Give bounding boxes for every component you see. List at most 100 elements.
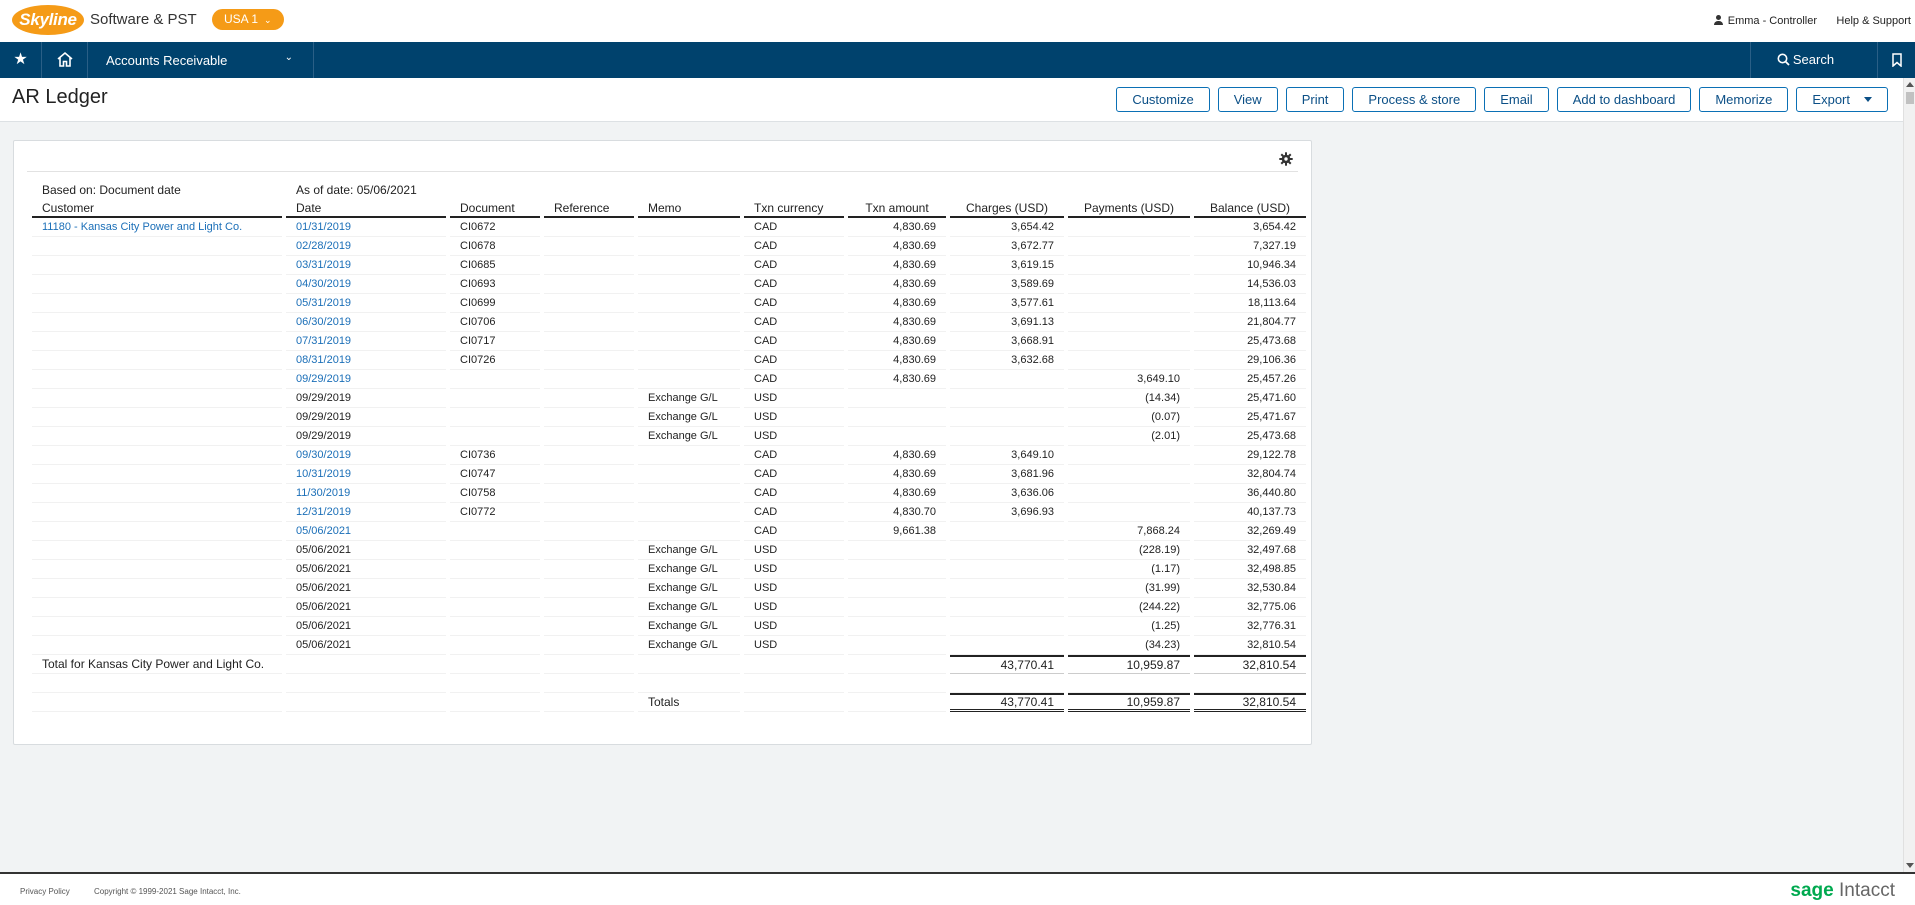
search-label: Search [1792, 52, 1835, 67]
entity-selector[interactable]: USA 1 ⌄ [212, 9, 284, 30]
bookmark-button[interactable] [1877, 42, 1915, 78]
cell-balance: 21,804.77 [1194, 313, 1306, 332]
cell-reference [544, 598, 634, 617]
help-support-link[interactable]: Help & Support [1836, 15, 1911, 27]
cell-currency: CAD [744, 484, 844, 503]
gear-icon[interactable] [1279, 152, 1293, 166]
empty-cell [450, 655, 540, 674]
home-icon [57, 51, 73, 67]
cell-currency: USD [744, 389, 844, 408]
cell-charges [950, 427, 1064, 446]
cell-date[interactable]: 04/30/2019 [286, 275, 446, 294]
bookmark-icon [1892, 53, 1902, 67]
export-label: Export [1812, 92, 1850, 107]
cell-date[interactable]: 07/31/2019 [286, 332, 446, 351]
empty-cell [638, 674, 740, 693]
empty-cell [744, 674, 844, 693]
scroll-up-icon[interactable] [1906, 82, 1914, 87]
empty-cell [450, 674, 540, 693]
star-icon[interactable]: ★ [0, 42, 42, 78]
page-scrollbar[interactable] [1903, 78, 1915, 872]
privacy-policy-link[interactable]: Privacy Policy [20, 887, 70, 896]
column-header-row: Customer Date Document Reference Memo Tx… [32, 199, 1306, 218]
cell-charges: 3,654.42 [950, 218, 1064, 237]
cell-document [450, 579, 540, 598]
cell-date[interactable]: 05/06/2021 [286, 522, 446, 541]
cell-memo [638, 484, 740, 503]
col-txn-currency: Txn currency [744, 199, 844, 218]
cell-customer [32, 313, 282, 332]
table-row: 09/29/2019 Exchange G/L USD (0.07) 25,471.67 [32, 408, 1306, 427]
based-on-label: Based on: Document date [42, 182, 181, 197]
cell-memo: Exchange G/L [638, 579, 740, 598]
add-to-dashboard-button[interactable]: Add to dashboard [1556, 87, 1692, 112]
cell-date[interactable]: 09/30/2019 [286, 446, 446, 465]
cell-balance: 25,457.26 [1194, 370, 1306, 389]
cell-date[interactable]: 05/31/2019 [286, 294, 446, 313]
customer-total-balance: 32,810.54 [1194, 655, 1306, 674]
cell-reference [544, 313, 634, 332]
cell-charges [950, 408, 1064, 427]
cell-payments: (228.19) [1068, 541, 1190, 560]
cell-customer [32, 389, 282, 408]
cell-date[interactable]: 03/31/2019 [286, 256, 446, 275]
search-button[interactable]: Search [1750, 42, 1860, 78]
cell-date[interactable]: 06/30/2019 [286, 313, 446, 332]
cell-date[interactable]: 09/29/2019 [286, 370, 446, 389]
cell-balance: 7,327.19 [1194, 237, 1306, 256]
cell-customer [32, 598, 282, 617]
cell-date[interactable]: 10/31/2019 [286, 465, 446, 484]
cell-txn-amount [848, 617, 946, 636]
email-button[interactable]: Email [1484, 87, 1549, 112]
scroll-thumb[interactable] [1906, 92, 1914, 104]
cell-charges [950, 522, 1064, 541]
empty-cell [848, 655, 946, 674]
cell-reference [544, 275, 634, 294]
user-menu[interactable]: Emma - Controller [1713, 15, 1817, 27]
home-button[interactable] [42, 42, 88, 78]
col-payments: Payments (USD) [1068, 199, 1190, 218]
view-button[interactable]: View [1217, 87, 1278, 112]
cell-date[interactable]: 08/31/2019 [286, 351, 446, 370]
cell-charges: 3,696.93 [950, 503, 1064, 522]
cell-customer[interactable]: 11180 - Kansas City Power and Light Co. [32, 218, 282, 237]
cell-balance: 32,497.68 [1194, 541, 1306, 560]
company-logo[interactable]: Skyline [12, 5, 84, 35]
cell-customer [32, 446, 282, 465]
cell-balance: 10,946.34 [1194, 256, 1306, 275]
customize-button[interactable]: Customize [1116, 87, 1210, 112]
cell-payments: (2.01) [1068, 427, 1190, 446]
cell-date[interactable]: 12/31/2019 [286, 503, 446, 522]
empty-cell [1194, 674, 1306, 693]
process-store-button[interactable]: Process & store [1352, 87, 1477, 112]
cell-reference [544, 617, 634, 636]
print-button[interactable]: Print [1285, 87, 1345, 112]
cell-customer [32, 465, 282, 484]
as-of-label: As of date: 05/06/2021 [296, 182, 417, 197]
cell-charges [950, 636, 1064, 655]
cell-date[interactable]: 02/28/2019 [286, 237, 446, 256]
cell-currency: CAD [744, 237, 844, 256]
export-button[interactable]: Export [1796, 87, 1888, 112]
cell-customer [32, 332, 282, 351]
cell-payments [1068, 275, 1190, 294]
cell-payments: 3,649.10 [1068, 370, 1190, 389]
customer-total-charges: 43,770.41 [950, 655, 1064, 674]
cell-reference [544, 351, 634, 370]
module-selector[interactable]: Accounts Receivable ⌄ [88, 42, 314, 78]
brand-intacct: Intacct [1839, 880, 1895, 901]
cell-date[interactable]: 11/30/2019 [286, 484, 446, 503]
cell-date[interactable]: 01/31/2019 [286, 218, 446, 237]
cell-balance: 32,498.85 [1194, 560, 1306, 579]
cell-document [450, 389, 540, 408]
col-date: Date [286, 199, 446, 218]
cell-reference [544, 408, 634, 427]
cell-reference [544, 465, 634, 484]
memorize-button[interactable]: Memorize [1699, 87, 1789, 112]
card-divider [27, 171, 1298, 172]
scroll-down-icon[interactable] [1906, 863, 1914, 868]
col-reference: Reference [544, 199, 634, 218]
cell-customer [32, 560, 282, 579]
cell-customer [32, 408, 282, 427]
cell-payments: (1.25) [1068, 617, 1190, 636]
